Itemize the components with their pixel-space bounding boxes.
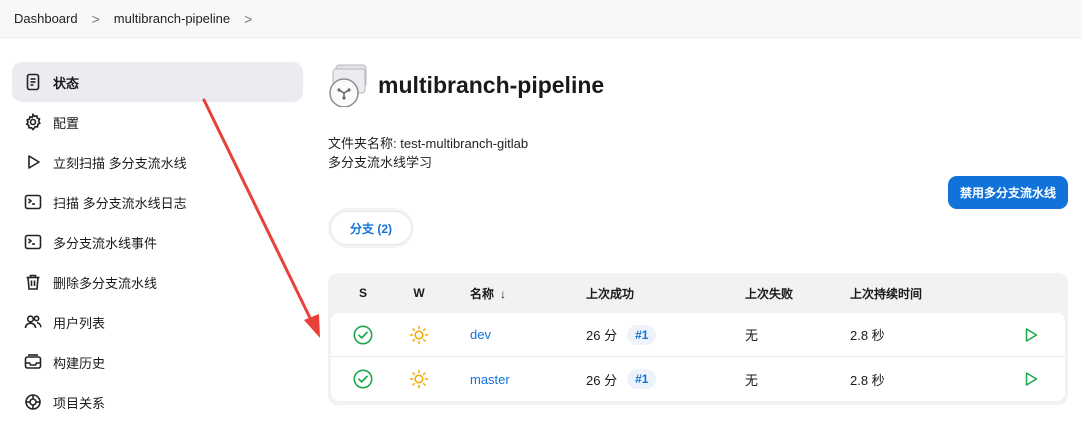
sidebar-item-label: 多分支流水线事件: [53, 235, 158, 251]
breadcrumb-dashboard[interactable]: Dashboard: [14, 11, 78, 26]
document-icon: [24, 73, 42, 91]
gear-icon: [24, 113, 42, 131]
sunny-weather-icon: [409, 325, 429, 344]
sidebar-item-label: 扫描 多分支流水线日志: [53, 195, 187, 211]
header-w[interactable]: W: [395, 286, 443, 300]
sidebar-item-label: 用户列表: [53, 315, 106, 331]
sidebar-item-build-history[interactable]: 构建历史: [12, 342, 303, 382]
header-name-label: 名称: [470, 286, 495, 301]
branch-link-master[interactable]: master: [470, 372, 510, 387]
table-row: dev 26 分 #1 无 2.8 秒: [331, 313, 1065, 357]
last-failure-value: 无: [745, 328, 759, 343]
build-number-link[interactable]: #1: [627, 369, 657, 389]
tab-bar: 分支 (2): [328, 208, 415, 248]
table-header: S W 名称 ↓ 上次成功 上次失败 上次持续时间: [331, 273, 1065, 313]
run-build-play-icon[interactable]: [1023, 327, 1039, 343]
trash-icon: [24, 273, 42, 291]
page-title: multibranch-pipeline: [378, 71, 605, 98]
sidebar-item-label: 项目关系: [53, 395, 106, 411]
branches-table: S W 名称 ↓ 上次成功 上次失败 上次持续时间 dev 26 分 #1 无 2.…: [328, 273, 1068, 405]
last-success-time: 26 分: [586, 328, 618, 343]
folder-pipeline-icon: [329, 64, 367, 107]
sidebar-item-label: 删除多分支流水线: [53, 275, 158, 291]
success-check-icon: [353, 325, 373, 344]
users-icon: [24, 313, 42, 331]
header-last-duration[interactable]: 上次持续时间: [850, 285, 1000, 302]
sidebar-item-label: 状态: [53, 75, 80, 91]
sidebar-item-events[interactable]: 多分支流水线事件: [12, 222, 303, 262]
run-build-play-icon[interactable]: [1023, 371, 1039, 387]
description: 文件夹名称: test-multibranch-gitlab 多分支流水线学习: [328, 134, 1070, 172]
breadcrumb-separator[interactable]: >: [244, 12, 252, 26]
sidebar-item-scan-log[interactable]: 扫描 多分支流水线日志: [12, 182, 303, 222]
tab-branches[interactable]: 分支 (2): [331, 212, 412, 244]
header-s[interactable]: S: [331, 286, 395, 300]
table-row: master 26 分 #1 无 2.8 秒: [331, 357, 1065, 401]
sidebar-item-configure[interactable]: 配置: [12, 102, 303, 142]
folder-name-line: 文件夹名称: test-multibranch-gitlab: [328, 136, 529, 151]
header-last-failure[interactable]: 上次失败: [730, 285, 850, 302]
sunny-weather-icon: [409, 369, 429, 389]
terminal-icon: [24, 233, 42, 251]
sidebar-item-scan-now[interactable]: 立刻扫描 多分支流水线: [12, 142, 303, 182]
header-name[interactable]: 名称 ↓: [443, 285, 571, 302]
sort-arrow-icon: ↓: [500, 286, 507, 301]
network-icon: [24, 393, 42, 411]
main-content: multibranch-pipeline 文件夹名称: test-multibr…: [328, 62, 1070, 405]
sidebar: 状态 配置 立刻扫描 多分支流水线 扫描 多分支流水线日志 多分支流水线事件 删…: [12, 62, 303, 422]
last-success-time: 26 分: [586, 372, 618, 388]
breadcrumb: Dashboard > multibranch-pipeline >: [0, 0, 1082, 38]
breadcrumb-separator: >: [91, 10, 100, 27]
description-text: 多分支流水线学习: [328, 155, 433, 170]
play-icon: [24, 153, 42, 171]
last-duration-value: 2.8 秒: [850, 372, 885, 388]
title-row: multibranch-pipeline: [328, 62, 1070, 108]
inbox-icon: [24, 353, 42, 371]
sidebar-item-status[interactable]: 状态: [12, 62, 303, 102]
sidebar-item-relationship[interactable]: 项目关系: [12, 382, 303, 422]
sidebar-item-label: 配置: [53, 115, 80, 131]
sidebar-item-people[interactable]: 用户列表: [12, 302, 303, 342]
build-number-link[interactable]: #1: [627, 324, 657, 345]
table-body: dev 26 分 #1 无 2.8 秒 master 26 分 #1 无 2.8 秒: [331, 313, 1065, 401]
header-last-success[interactable]: 上次成功: [571, 285, 730, 302]
breadcrumb-multibranch-pipeline[interactable]: multibranch-pipeline: [114, 11, 230, 26]
terminal-icon: [24, 193, 42, 211]
success-check-icon: [353, 369, 373, 389]
branch-link-dev[interactable]: dev: [470, 327, 491, 342]
sidebar-item-delete[interactable]: 删除多分支流水线: [12, 262, 303, 302]
last-duration-value: 2.8 秒: [850, 328, 885, 343]
sidebar-item-label: 构建历史: [53, 355, 106, 371]
last-failure-value: 无: [745, 372, 759, 388]
sidebar-item-label: 立刻扫描 多分支流水线: [53, 155, 187, 171]
disable-pipeline-button[interactable]: 禁用多分支流水线: [947, 176, 1068, 209]
